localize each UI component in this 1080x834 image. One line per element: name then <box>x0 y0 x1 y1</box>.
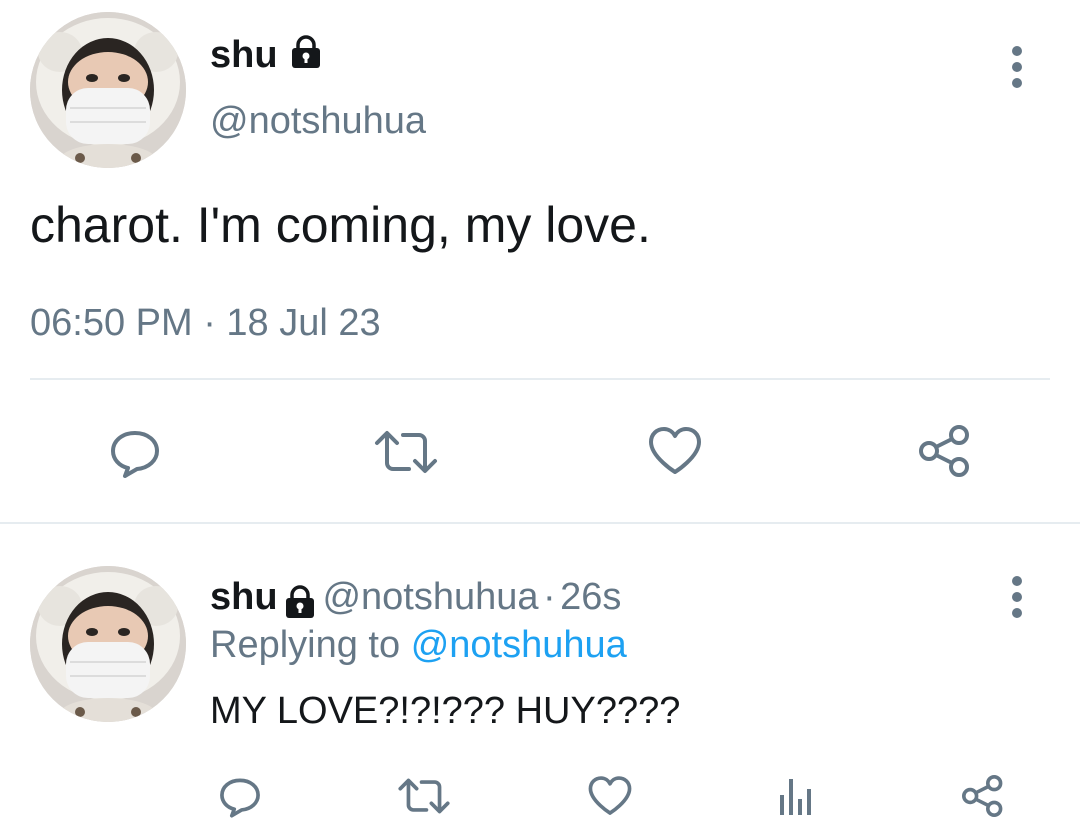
time-ago[interactable]: 26s <box>560 576 621 618</box>
lock-icon <box>288 34 324 80</box>
reply-button[interactable] <box>212 770 268 822</box>
like-button[interactable] <box>584 770 636 822</box>
comment-icon <box>220 778 260 818</box>
retweet-icon <box>398 778 450 814</box>
author-handle[interactable]: @notshuhua <box>322 576 538 618</box>
more-vertical-icon[interactable] <box>1007 576 1027 624</box>
section-divider <box>0 522 1080 524</box>
reply-text: MY LOVE?!?!??? HUY???? <box>210 690 681 732</box>
replying-to-link[interactable]: @notshuhua <box>411 624 627 666</box>
comment-icon <box>111 431 159 478</box>
more-vertical-icon[interactable] <box>1007 46 1027 94</box>
share-icon <box>962 775 1003 817</box>
retweet-button[interactable] <box>368 422 444 482</box>
lock-icon <box>282 584 318 625</box>
heart-icon <box>588 776 632 815</box>
retweet-icon <box>375 431 437 473</box>
like-button[interactable] <box>642 420 708 482</box>
heart-icon <box>649 427 701 474</box>
author-handle[interactable]: @notshuhua <box>210 100 426 143</box>
tweet-text: charot. I'm coming, my love. <box>30 197 651 253</box>
share-button[interactable] <box>912 418 978 484</box>
share-icon <box>919 425 969 477</box>
author-name[interactable]: shu <box>210 576 278 618</box>
replying-to-label: Replying to <box>210 624 401 666</box>
time-separator: · <box>543 576 556 618</box>
share-button[interactable] <box>956 768 1010 824</box>
retweet-button[interactable] <box>394 772 454 820</box>
reply-button[interactable] <box>100 422 170 482</box>
avatar[interactable] <box>30 566 186 722</box>
author-name[interactable]: shu <box>210 34 278 76</box>
bar-chart-icon <box>780 779 811 815</box>
divider <box>30 378 1050 380</box>
tweet-timestamp[interactable]: 06:50 PM · 18 Jul 23 <box>30 302 381 345</box>
avatar[interactable] <box>30 12 186 168</box>
analytics-button[interactable] <box>774 770 818 822</box>
